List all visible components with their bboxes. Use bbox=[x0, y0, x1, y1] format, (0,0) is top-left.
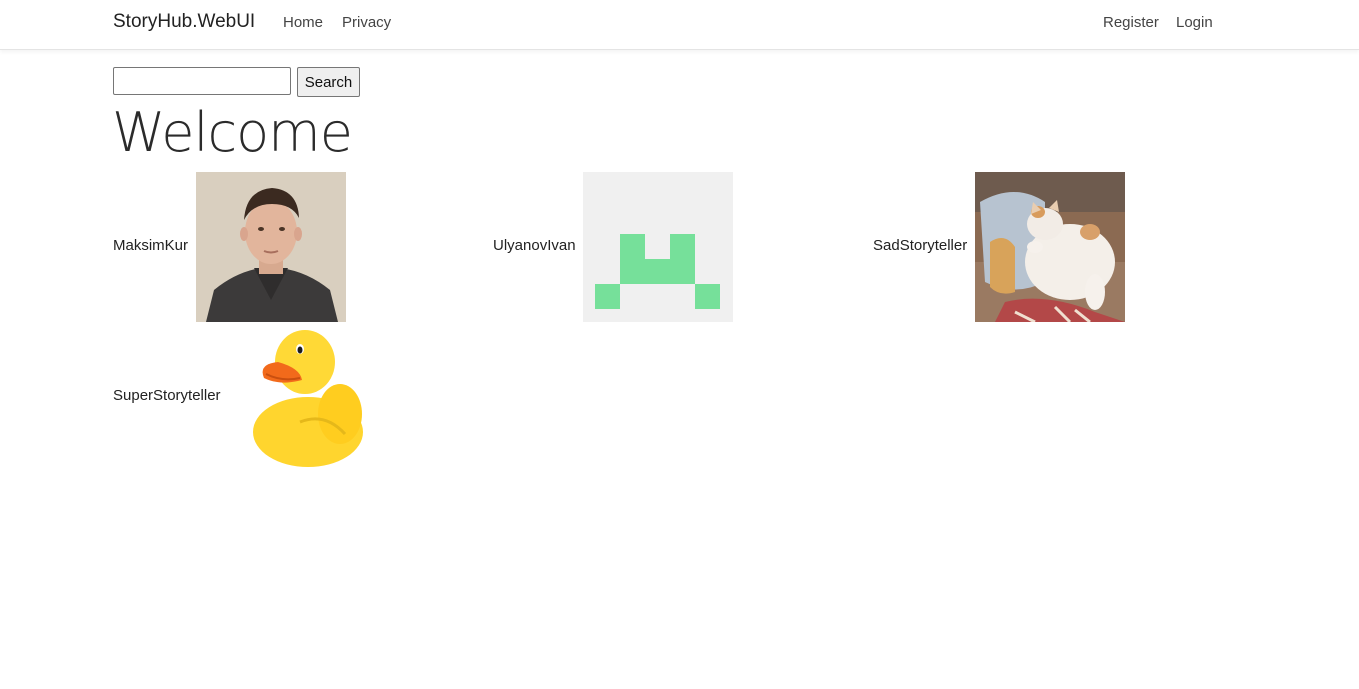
avatar-maksimkur[interactable] bbox=[196, 172, 346, 322]
search-input[interactable] bbox=[113, 67, 291, 95]
photo-of-cat-image bbox=[975, 172, 1125, 322]
user-name-maksimkur[interactable]: MaksimKur bbox=[113, 237, 188, 254]
user-name-ulyanovivan[interactable]: UlyanovIvan bbox=[493, 237, 576, 254]
top-navbar: StoryHub.WebUI Home Privacy Register Log… bbox=[0, 0, 1359, 50]
page-title: Welcome bbox=[112, 101, 353, 164]
brand-link[interactable]: StoryHub.WebUI bbox=[113, 11, 255, 33]
avatar-ulyanovivan[interactable] bbox=[583, 172, 733, 322]
identicon-image bbox=[583, 172, 733, 322]
user-name-superstoryteller[interactable]: SuperStoryteller bbox=[113, 387, 221, 404]
nav-home-link[interactable]: Home bbox=[283, 14, 323, 31]
avatar-superstoryteller[interactable] bbox=[230, 322, 380, 472]
nav-login-link[interactable]: Login bbox=[1176, 14, 1213, 31]
search-button[interactable]: Search bbox=[297, 67, 360, 97]
photo-of-young-man-image bbox=[196, 172, 346, 322]
rubber-duck-image bbox=[230, 322, 380, 472]
user-name-sadstoryteller[interactable]: SadStoryteller bbox=[873, 237, 967, 254]
nav-register-link[interactable]: Register bbox=[1103, 14, 1159, 31]
avatar-sadstoryteller[interactable] bbox=[975, 172, 1125, 322]
nav-privacy-link[interactable]: Privacy bbox=[342, 14, 391, 31]
